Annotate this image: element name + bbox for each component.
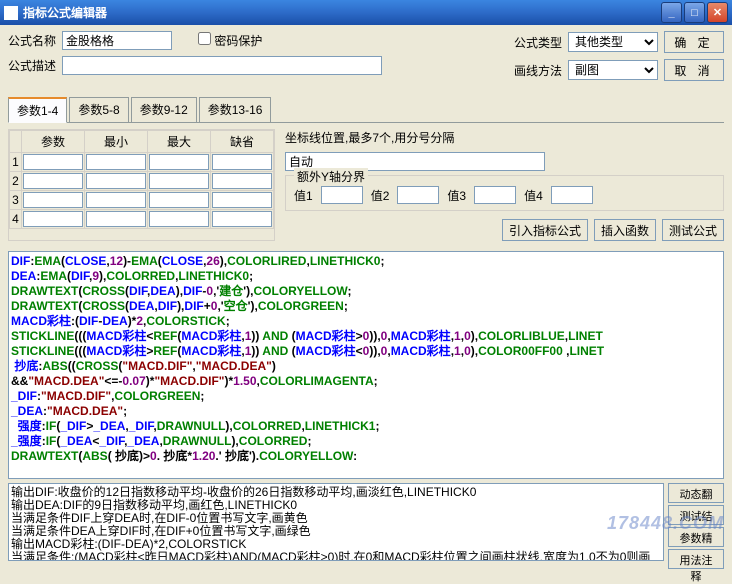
code-editor[interactable]: DIF:EMA(CLOSE,12)-EMA(CLOSE,26),COLORLIR… xyxy=(8,251,724,479)
formula-name-input[interactable] xyxy=(62,31,172,50)
formula-desc-label: 公式描述 xyxy=(8,57,56,74)
param-cell[interactable] xyxy=(23,192,83,208)
tab-param-13-16[interactable]: 参数13-16 xyxy=(199,97,272,122)
tab-param-9-12[interactable]: 参数9-12 xyxy=(131,97,197,122)
param-cell[interactable] xyxy=(149,173,209,189)
param-grid: 参数最小最大缺省 1 2 3 4 xyxy=(8,129,275,241)
param-cell[interactable] xyxy=(23,211,83,227)
param-cell[interactable] xyxy=(86,173,146,189)
val2-input[interactable] xyxy=(397,186,439,204)
draw-method-select[interactable]: 副图 xyxy=(568,60,658,80)
param-cell[interactable] xyxy=(86,154,146,170)
formula-name-label: 公式名称 xyxy=(8,32,56,49)
minimize-button[interactable]: _ xyxy=(661,2,682,23)
param-cell[interactable] xyxy=(149,192,209,208)
param-cell[interactable] xyxy=(212,192,272,208)
output-box[interactable]: 输出DIF:收盘价的12日指数移动平均-收盘价的26日指数移动平均,画淡红色,L… xyxy=(8,483,664,561)
maximize-button[interactable]: □ xyxy=(684,2,705,23)
test-formula-button[interactable]: 测试公式 xyxy=(662,219,724,241)
password-protect-checkbox[interactable]: 密码保护 xyxy=(198,32,262,49)
formula-type-label: 公式类型 xyxy=(514,34,562,51)
tab-param-5-8[interactable]: 参数5-8 xyxy=(69,97,128,122)
val1-input[interactable] xyxy=(321,186,363,204)
window-title: 指标公式编辑器 xyxy=(23,4,661,21)
tab-param-1-4[interactable]: 参数1-4 xyxy=(8,97,67,123)
param-cell[interactable] xyxy=(23,154,83,170)
param-cell[interactable] xyxy=(149,154,209,170)
app-icon xyxy=(4,6,18,20)
close-button[interactable]: ✕ xyxy=(707,2,728,23)
draw-method-label: 画线方法 xyxy=(514,62,562,79)
val4-input[interactable] xyxy=(551,186,593,204)
formula-desc-input[interactable] xyxy=(62,56,382,75)
param-cell[interactable] xyxy=(212,173,272,189)
param-tabs: 参数1-4 参数5-8 参数9-12 参数13-16 xyxy=(8,97,724,123)
import-formula-button[interactable]: 引入指标公式 xyxy=(502,219,588,241)
coord-hint-label: 坐标线位置,最多7个,用分号分隔 xyxy=(285,129,454,146)
dyn-trans-button[interactable]: 动态翻译 xyxy=(668,483,724,503)
insert-func-button[interactable]: 插入函数 xyxy=(594,219,656,241)
param-cell[interactable] xyxy=(212,211,272,227)
param-cell[interactable] xyxy=(149,211,209,227)
param-cell[interactable] xyxy=(212,154,272,170)
formula-type-select[interactable]: 其他类型 xyxy=(568,32,658,52)
usage-note-button[interactable]: 用法注释 xyxy=(668,549,724,569)
cancel-button[interactable]: 取 消 xyxy=(664,59,724,81)
watermark: 178448.COM xyxy=(607,513,724,534)
val3-input[interactable] xyxy=(474,186,516,204)
ok-button[interactable]: 确 定 xyxy=(664,31,724,53)
extra-y-fieldset: 额外Y轴分界 值1 值2 值3 值4 xyxy=(285,175,724,211)
param-cell[interactable] xyxy=(23,173,83,189)
param-cell[interactable] xyxy=(86,211,146,227)
title-bar: 指标公式编辑器 _ □ ✕ xyxy=(0,0,732,25)
param-cell[interactable] xyxy=(86,192,146,208)
